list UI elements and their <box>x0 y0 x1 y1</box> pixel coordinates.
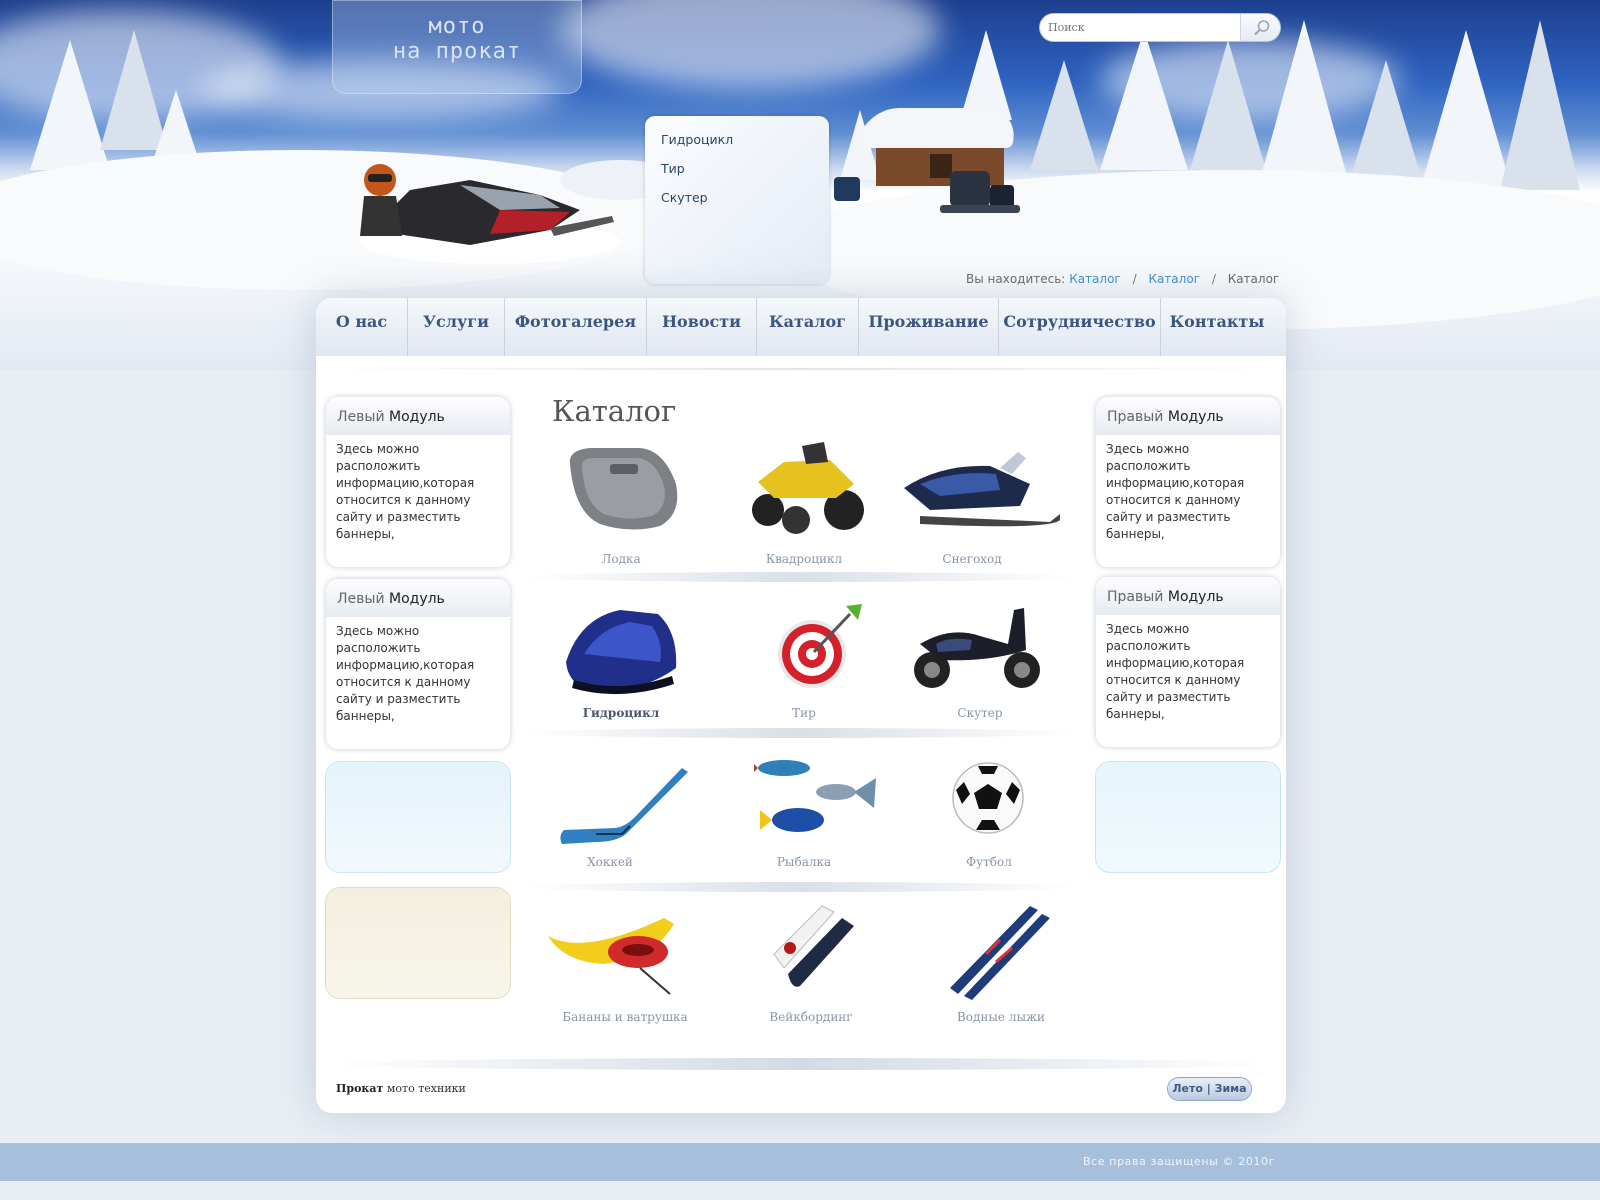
water-ski-icon[interactable] <box>946 900 1050 1000</box>
wakeboard-icon[interactable] <box>764 904 858 998</box>
snowmobile-icon[interactable] <box>900 444 1064 536</box>
module-title: Левый Модуль <box>337 409 445 425</box>
scooter-icon[interactable] <box>910 600 1044 694</box>
banner-placeholder[interactable] <box>326 888 510 998</box>
search-button[interactable] <box>1240 14 1280 41</box>
breadcrumb: Вы находитесь: Каталог / Каталог / Катал… <box>966 272 1279 286</box>
row-divider <box>520 572 1080 582</box>
right-module: Правый Модуль Здесь можно расположить ин… <box>1096 397 1280 567</box>
row-divider <box>520 728 1080 738</box>
footer-divider <box>326 1058 1276 1070</box>
catalog-item-label[interactable]: Водные лыжи <box>911 1010 1091 1024</box>
module-text: Здесь можно расположить информацию,котор… <box>1106 442 1245 541</box>
search-icon <box>1254 20 1270 36</box>
dropdown-item-shooting[interactable]: Тир <box>661 161 685 176</box>
catalog-item-label[interactable]: Квадроцикл <box>714 552 894 566</box>
row-divider <box>520 882 1080 892</box>
nav-services[interactable]: Услуги <box>408 298 505 356</box>
target-icon[interactable] <box>770 600 866 696</box>
catalog-dropdown-menu: Гидроцикл Тир Скутер <box>645 116 829 284</box>
catalog-item-label[interactable]: Тир <box>714 706 894 720</box>
right-module: Правый Модуль Здесь можно расположить ин… <box>1096 577 1280 747</box>
breadcrumb-separator: / <box>1132 272 1137 286</box>
jetski-icon[interactable] <box>560 602 684 698</box>
catalog-item-label[interactable]: Хоккей <box>520 855 700 869</box>
breadcrumb-link-catalog-2[interactable]: Каталог <box>1148 272 1200 286</box>
breadcrumb-link-catalog[interactable]: Каталог <box>1069 272 1121 286</box>
left-module: Левый Модуль Здесь можно расположить инф… <box>326 397 510 567</box>
dropdown-item-scooter[interactable]: Скутер <box>661 190 708 205</box>
catalog-item-label[interactable]: Бананы и ватрушка <box>535 1010 715 1024</box>
nav-catalog[interactable]: Каталог <box>757 298 859 356</box>
catalog-item-label[interactable]: Вейкбординг <box>721 1010 901 1024</box>
module-text: Здесь можно расположить информацию,котор… <box>1106 622 1245 721</box>
module-title: Левый Модуль <box>337 591 445 607</box>
site-logo[interactable]: мото на прокат <box>332 0 582 94</box>
nav-contacts[interactable]: Контакты <box>1161 298 1273 356</box>
catalog-item-label[interactable]: Снегоход <box>882 552 1062 566</box>
breadcrumb-separator: / <box>1211 272 1216 286</box>
module-text: Здесь можно расположить информацию,котор… <box>336 624 475 723</box>
season-toggle-button[interactable]: Лето | Зима <box>1168 1078 1251 1100</box>
boat-icon[interactable] <box>560 444 684 534</box>
logo-line1: мото <box>428 14 486 39</box>
nav-accommodation[interactable]: Проживание <box>859 298 999 356</box>
fish-icon[interactable] <box>754 752 878 846</box>
snowmobile-rider-image <box>360 164 620 264</box>
dropdown-item-jetski[interactable]: Гидроцикл <box>661 132 733 147</box>
banner-placeholder[interactable] <box>1096 762 1280 872</box>
module-text: Здесь можно расположить информацию,котор… <box>336 442 475 541</box>
breadcrumb-current: Каталог <box>1227 272 1280 286</box>
main-nav: О нас Услуги Фотогалерея Новости Каталог… <box>316 298 1286 356</box>
catalog-item-label[interactable]: Футбол <box>899 855 1079 869</box>
page-title: Каталог <box>552 394 677 428</box>
soccer-ball-icon[interactable] <box>950 760 1026 836</box>
nav-about[interactable]: О нас <box>316 298 408 356</box>
module-title: Правый Модуль <box>1107 589 1224 605</box>
copyright-text: Все права защищены © 2010г <box>1083 1155 1275 1168</box>
catalog-item-label[interactable]: Лодка <box>531 552 711 566</box>
logo-line2: на прокат <box>392 39 522 64</box>
banner-placeholder[interactable] <box>326 762 510 872</box>
hockey-stick-icon[interactable] <box>556 764 690 846</box>
left-module: Левый Модуль Здесь можно расположить инф… <box>326 579 510 749</box>
catalog-item-label[interactable]: Рыбалка <box>714 855 894 869</box>
bottom-bar <box>0 1143 1600 1181</box>
nav-divider <box>326 368 1276 370</box>
nav-cooperation[interactable]: Сотрудничество <box>999 298 1161 356</box>
atv-icon[interactable] <box>744 438 868 538</box>
breadcrumb-prefix: Вы находитесь: <box>966 272 1066 286</box>
footer-brand: Прокат мото техники <box>336 1082 466 1095</box>
search-input[interactable] <box>1048 17 1238 37</box>
nav-news[interactable]: Новости <box>647 298 757 356</box>
nav-gallery[interactable]: Фотогалерея <box>505 298 647 356</box>
catalog-item-label[interactable]: Скутер <box>890 706 1070 720</box>
riders-on-snow-image <box>834 171 1020 213</box>
banana-boat-icon[interactable] <box>544 912 678 996</box>
catalog-item-label[interactable]: Гидроцикл <box>531 706 711 720</box>
module-title: Правый Модуль <box>1107 409 1224 425</box>
search-box <box>1040 14 1280 41</box>
